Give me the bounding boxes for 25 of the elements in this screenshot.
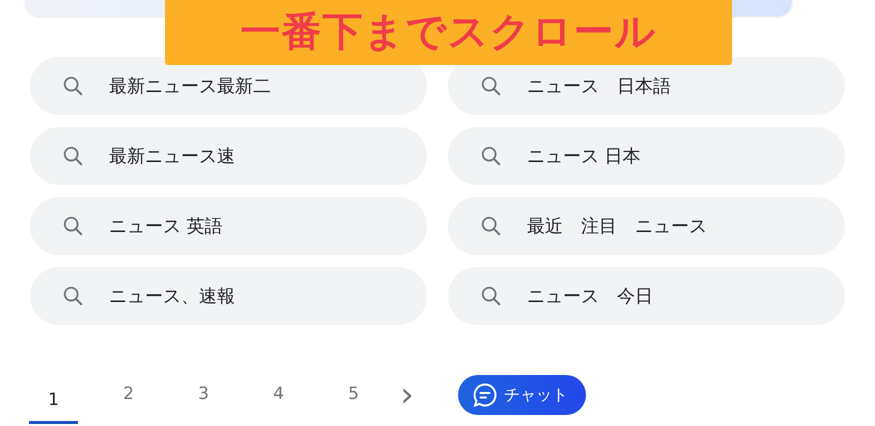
related-search-chip[interactable]: 最近 注目 ニュース — [448, 197, 845, 255]
related-search-chip[interactable]: ニュース 今日 — [448, 267, 845, 325]
related-search-chip[interactable]: 最新ニュース速 — [30, 127, 427, 185]
search-icon — [62, 215, 84, 237]
search-icon — [62, 75, 84, 97]
page-link[interactable]: 1 — [29, 375, 78, 424]
page-link[interactable]: 2 — [104, 375, 153, 415]
search-icon — [480, 215, 502, 237]
search-icon — [62, 285, 84, 307]
search-icon — [480, 285, 502, 307]
search-icon — [480, 75, 502, 97]
page-link[interactable]: 3 — [179, 375, 228, 415]
search-icon — [480, 145, 502, 167]
page-link[interactable]: 5 — [329, 375, 378, 415]
related-search-chip[interactable]: ニュース 英語 — [30, 197, 427, 255]
related-search-chip[interactable]: 最新ニュース最新二 — [30, 57, 427, 115]
related-search-chip[interactable]: ニュース 日本 — [448, 127, 845, 185]
related-search-chip[interactable]: ニュース 日本語 — [448, 57, 845, 115]
annotation-banner: 一番下までスクロール — [165, 0, 732, 65]
next-page-button[interactable]: › — [392, 375, 422, 415]
search-icon — [62, 145, 84, 167]
chat-button[interactable]: チャット — [458, 375, 586, 415]
related-search-chip[interactable]: ニュース、速報 — [30, 267, 427, 325]
chat-bubble-icon — [472, 382, 498, 408]
page-link[interactable]: 4 — [254, 375, 303, 415]
